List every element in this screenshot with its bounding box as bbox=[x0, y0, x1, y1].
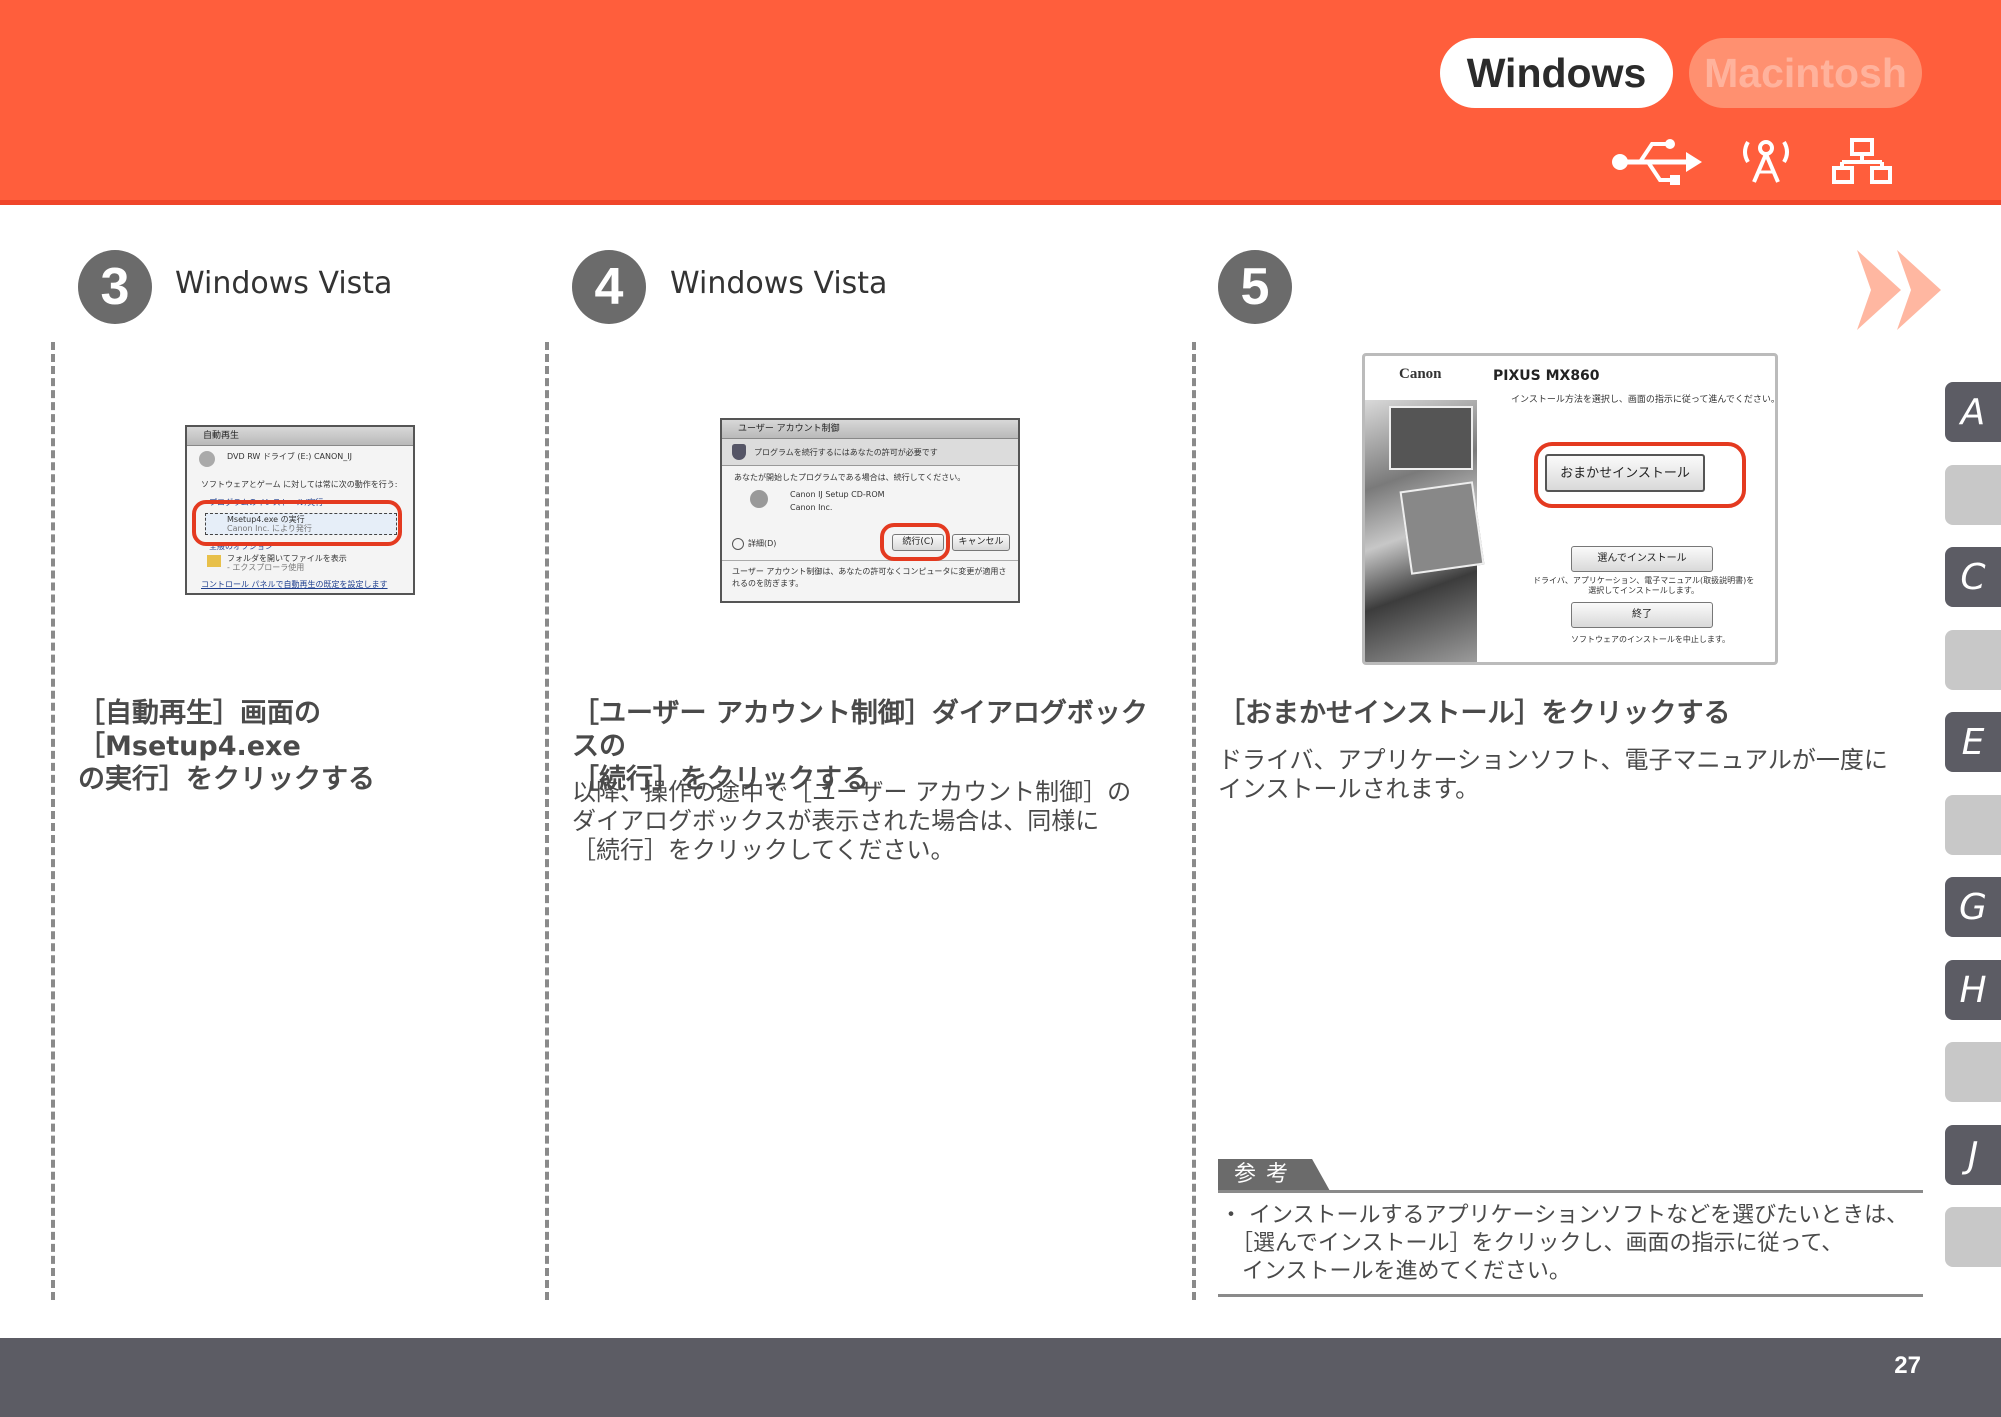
step-5-number: 5 bbox=[1218, 250, 1292, 324]
step-3-os-label: Windows Vista bbox=[175, 266, 393, 301]
side-tab-k[interactable] bbox=[1945, 1207, 2001, 1267]
shield-icon bbox=[732, 444, 746, 460]
chevron-down-icon bbox=[732, 538, 744, 550]
side-tab-d[interactable] bbox=[1945, 630, 2001, 690]
canon-brand: Canon bbox=[1399, 366, 1442, 382]
side-tab-j[interactable]: J bbox=[1945, 1125, 2001, 1185]
exit-desc: ソフトウェアのインストールを中止します。 bbox=[1571, 635, 1731, 644]
autoplay-folder-sub: - エクスプローラ使用 bbox=[227, 563, 305, 572]
column-divider bbox=[51, 342, 55, 1300]
uac-titlebar: ユーザー アカウント制御 bbox=[722, 420, 1018, 439]
step-5-heading: ［おまかせインストール］をクリックする bbox=[1218, 698, 1731, 729]
step-4-body: 以降、操作の途中で［ユーザー アカウント制御］の ダイアログボックスが表示された… bbox=[572, 778, 1132, 864]
autoplay-checkbox: ソフトウェアとゲーム に対しては常に次の動作を行う: bbox=[201, 480, 398, 489]
note-text: ・ インストールするアプリケーションソフトなどを選びたいときは、 ［選んでインス… bbox=[1220, 1203, 1909, 1284]
step-5-body: ドライバ、アプリケーションソフト、電子マニュアルが一度に インストールされます。 bbox=[1218, 746, 1888, 803]
page-number: 27 bbox=[1894, 1352, 1921, 1379]
uac-cancel-button[interactable]: キャンセル bbox=[952, 534, 1010, 551]
note-label: 参考 bbox=[1218, 1159, 1330, 1191]
autoplay-titlebar: 自動再生 bbox=[187, 427, 413, 446]
uac-dialog-screenshot: ユーザー アカウント制御 プログラムを続行するにはあなたの許可が必要です あなた… bbox=[720, 418, 1020, 603]
uac-footer: ユーザー アカウント制御は、あなたの許可なくコンピュータに変更が適用されるのを防… bbox=[732, 567, 1007, 588]
highlight-ring bbox=[880, 523, 950, 561]
tab-windows[interactable]: Windows bbox=[1440, 38, 1673, 108]
network-icon bbox=[1832, 138, 1892, 184]
note-rule bbox=[1218, 1190, 1923, 1193]
custom-install-button[interactable]: 選んでインストール bbox=[1571, 546, 1713, 572]
photo-collage-image bbox=[1389, 406, 1473, 470]
side-tab-i[interactable] bbox=[1945, 1042, 2001, 1102]
note-rule bbox=[1218, 1294, 1923, 1297]
uac-publisher: Canon Inc. bbox=[790, 503, 833, 512]
column-divider bbox=[545, 342, 549, 1300]
uac-prompt: あなたが開始したプログラムである場合は、続行してください。 bbox=[734, 473, 966, 482]
step-4-number: 4 bbox=[572, 250, 646, 324]
custom-install-desc: ドライバ、アプリケーション、電子マニュアル(取扱説明書)を 選択してインストール… bbox=[1533, 576, 1755, 595]
page-footer: 27 bbox=[0, 1338, 2001, 1417]
step-3-number: 3 bbox=[78, 250, 152, 324]
photo-collage-image bbox=[1399, 481, 1485, 575]
canon-installer-screenshot: Canon PIXUS MX860 インストール方法を選択し、画面の指示に従って… bbox=[1362, 353, 1778, 665]
autoplay-footer-link: コントロール パネルで自動再生の既定を設定します bbox=[201, 580, 388, 589]
wireless-icon bbox=[1743, 140, 1789, 183]
exit-button[interactable]: 終了 bbox=[1571, 602, 1713, 628]
usb-icon bbox=[1612, 139, 1702, 185]
step-4-os-label: Windows Vista bbox=[670, 266, 888, 301]
side-tab-e[interactable]: E bbox=[1945, 712, 2001, 772]
highlight-ring bbox=[192, 500, 402, 546]
cdrom-icon bbox=[750, 490, 768, 508]
side-tab-g[interactable]: G bbox=[1945, 877, 2001, 937]
uac-details: 詳細(D) bbox=[748, 539, 777, 548]
disc-icon bbox=[199, 451, 215, 467]
step-3-heading: ［自動再生］画面の［Msetup4.exe の実行］をクリックする bbox=[78, 698, 375, 795]
tab-macintosh[interactable]: Macintosh bbox=[1689, 38, 1922, 108]
highlight-ring bbox=[1534, 442, 1746, 508]
next-page-arrows-icon[interactable] bbox=[1857, 250, 1953, 330]
autoplay-drive: DVD RW ドライブ (E:) CANON_IJ bbox=[227, 452, 353, 461]
canon-instruction: インストール方法を選択し、画面の指示に従って進んでください。 bbox=[1511, 395, 1778, 405]
side-tab-a[interactable]: A bbox=[1945, 382, 2001, 442]
side-tab-b[interactable] bbox=[1945, 465, 2001, 525]
column-divider bbox=[1192, 342, 1196, 1300]
uac-program: Canon IJ Setup CD-ROM bbox=[790, 490, 885, 499]
canon-model: PIXUS MX860 bbox=[1493, 368, 1600, 384]
side-tab-f[interactable] bbox=[1945, 795, 2001, 855]
page-header: Windows Macintosh bbox=[0, 0, 2001, 205]
side-tab-c[interactable]: C bbox=[1945, 547, 2001, 607]
side-tab-h[interactable]: H bbox=[1945, 960, 2001, 1020]
folder-icon bbox=[207, 555, 221, 567]
uac-banner-text: プログラムを続行するにはあなたの許可が必要です bbox=[754, 448, 938, 457]
